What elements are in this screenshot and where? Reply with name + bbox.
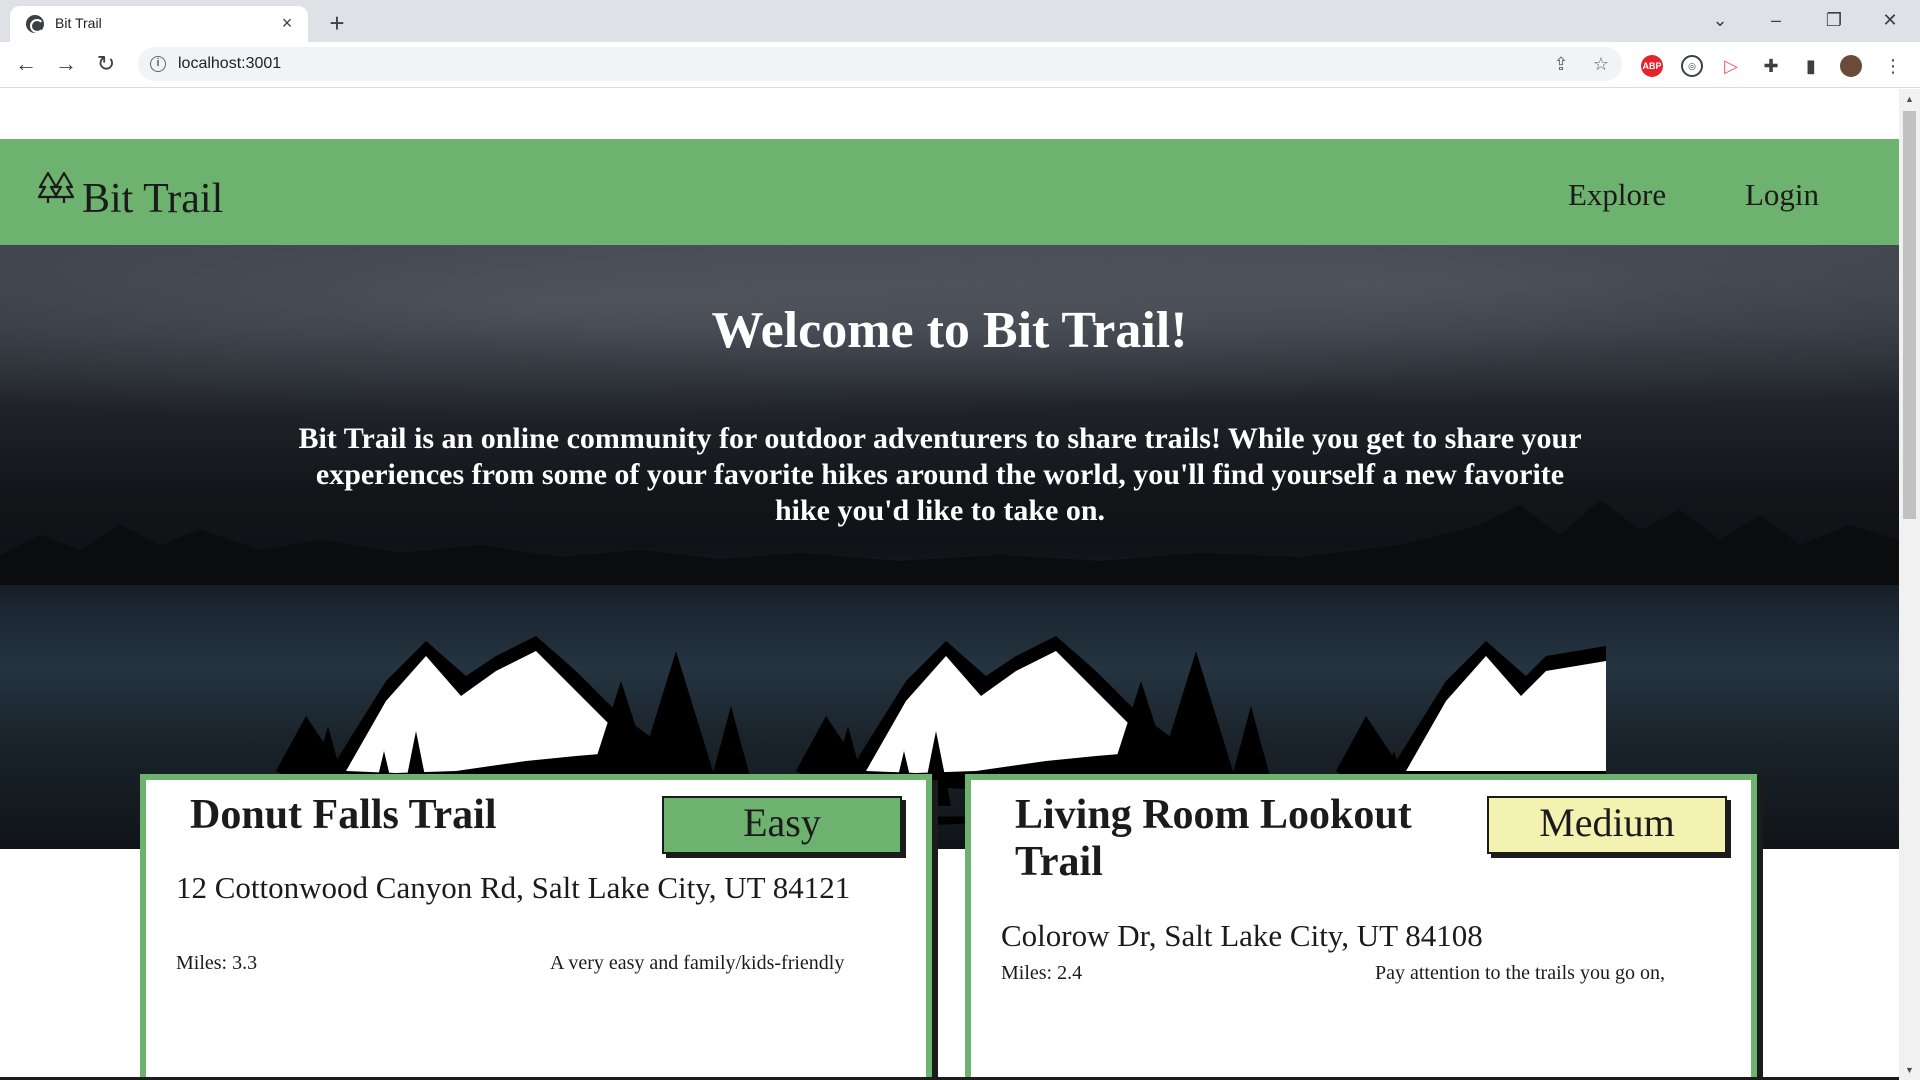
- trail-card[interactable]: Donut Falls Trail Easy 12 Cottonwood Can…: [140, 774, 932, 1080]
- tab-search-icon[interactable]: ⌄: [1700, 4, 1740, 36]
- trail-miles: Miles: 2.4: [1001, 962, 1083, 984]
- trail-name[interactable]: Donut Falls Trail: [190, 792, 497, 839]
- brand-name: Bit Trail: [82, 176, 224, 222]
- trail-address: Colorow Dr, Salt Lake City, UT 84108: [1001, 918, 1483, 953]
- share-icon[interactable]: ⇪: [1548, 51, 1574, 77]
- difficulty-badge: Easy: [662, 796, 902, 854]
- restore-icon[interactable]: ❐: [1814, 4, 1854, 36]
- browser-toolbar: ← → ↻ i localhost:3001 ⇪ ☆ ABP ◎ ▷ ✚ ▮ ⋮: [0, 42, 1920, 88]
- close-window-icon[interactable]: ✕: [1870, 4, 1910, 36]
- hero-section: Welcome to Bit Trail! Bit Trail is an on…: [0, 245, 1899, 849]
- page-viewport: Bit Trail Explore Login Welcome to Bit T…: [0, 89, 1899, 1080]
- scroll-down-icon[interactable]: ▼: [1903, 1064, 1916, 1076]
- scrollbar-thumb[interactable]: [1903, 111, 1916, 519]
- hero-title: Welcome to Bit Trail!: [711, 302, 1188, 359]
- trail-description: A very easy and family/kids-friendly: [550, 952, 845, 974]
- trail-address: 12 Cottonwood Canyon Rd, Salt Lake City,…: [176, 870, 851, 905]
- page-scrollbar[interactable]: ▲ ▼: [1899, 89, 1920, 1080]
- star-icon[interactable]: ☆: [1588, 51, 1614, 77]
- site-header: Bit Trail Explore Login: [0, 139, 1899, 245]
- trail-name[interactable]: Living Room Lookout Trail: [1015, 792, 1455, 886]
- forward-icon[interactable]: →: [50, 48, 82, 80]
- reload-icon[interactable]: ↻: [90, 48, 122, 80]
- back-icon[interactable]: ←: [10, 48, 42, 80]
- difficulty-badge: Medium: [1487, 796, 1727, 854]
- recorder-extension-icon[interactable]: ▷: [1718, 53, 1744, 79]
- trail-description: Pay attention to the trails you go on,: [1375, 962, 1665, 984]
- browser-chrome: Bit Trail × + ⌄ – ❐ ✕ ← → ↻ i localhost:…: [0, 0, 1920, 88]
- sidepanel-icon[interactable]: ▮: [1798, 53, 1824, 79]
- tab-strip: Bit Trail × + ⌄ – ❐ ✕: [0, 0, 1920, 42]
- scroll-up-icon[interactable]: ▲: [1903, 93, 1916, 105]
- trail-miles: Miles: 3.3: [176, 952, 258, 974]
- profile-avatar[interactable]: [1840, 55, 1862, 77]
- adblock-icon[interactable]: ABP: [1641, 55, 1663, 77]
- new-tab-button[interactable]: +: [322, 8, 352, 38]
- browser-tab[interactable]: Bit Trail ×: [10, 6, 308, 42]
- tab-title: Bit Trail: [55, 15, 102, 31]
- globe-icon: [26, 15, 44, 33]
- url-text[interactable]: localhost:3001: [178, 55, 281, 73]
- trail-card[interactable]: Living Room Lookout Trail Medium Colorow…: [965, 774, 1757, 1080]
- tree-logo-icon: [38, 171, 75, 203]
- info-icon[interactable]: i: [150, 56, 166, 72]
- tab-close-icon[interactable]: ×: [276, 12, 298, 34]
- puzzle-icon[interactable]: ✚: [1758, 53, 1784, 79]
- kebab-menu-icon[interactable]: ⋮: [1880, 53, 1906, 79]
- nav-login-link[interactable]: Login: [1745, 177, 1819, 213]
- address-bar[interactable]: i localhost:3001 ⇪ ☆: [138, 47, 1622, 81]
- hero-description: Bit Trail is an online community for out…: [298, 422, 1582, 527]
- nav-explore-link[interactable]: Explore: [1568, 177, 1666, 213]
- minimize-icon[interactable]: –: [1756, 4, 1796, 36]
- extension-icon[interactable]: ◎: [1681, 55, 1703, 77]
